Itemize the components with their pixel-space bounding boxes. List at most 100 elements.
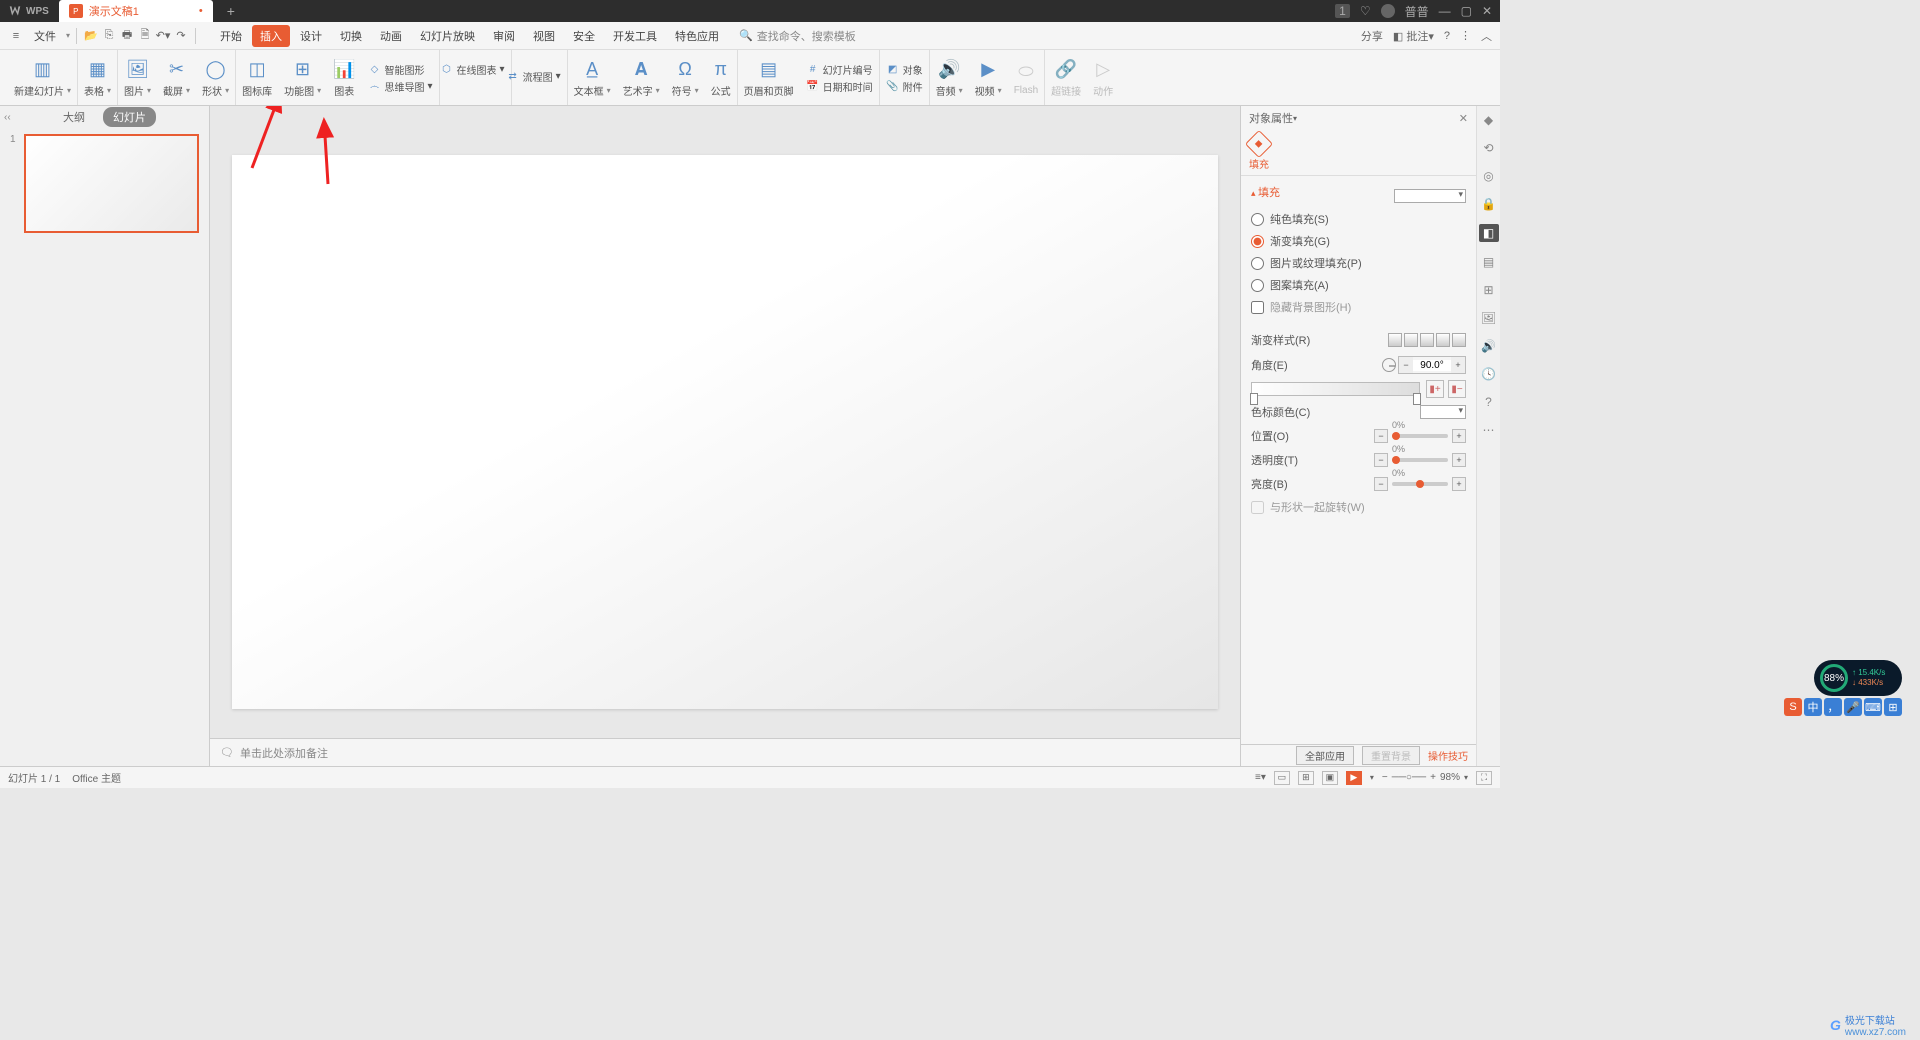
share-button[interactable]: 分享 [1361,28,1383,44]
textbox-button[interactable]: A̲文本框 [568,50,617,105]
open-icon[interactable]: 📂 [83,28,99,44]
sorter-view-button[interactable]: ⊞ [1298,771,1314,785]
ime-settings-icon[interactable]: ⊞ [1884,698,1902,716]
file-menu[interactable]: 文件 [26,25,64,47]
slides-tab[interactable]: 幻灯片 [103,107,156,127]
tab-view[interactable]: 视图 [525,25,563,47]
fill-preset-dropdown[interactable] [1394,189,1466,203]
tab-security[interactable]: 安全 [565,25,603,47]
notes-pane[interactable]: 🗨 单击此处添加备注 [210,738,1240,766]
animation-icon[interactable]: ◎ [1481,168,1497,184]
tips-link[interactable]: 操作技巧 [1428,748,1468,763]
opacity-slider[interactable]: − 0% + [1374,453,1466,467]
minimize-button[interactable]: — [1439,4,1451,18]
func-chart-button[interactable]: ⊞功能图 [278,50,327,105]
mindmap-button[interactable]: ෴思维导图 ▾ [368,79,433,94]
tab-special[interactable]: 特色应用 [667,25,727,47]
help-icon[interactable]: ? [1481,394,1497,410]
system-monitor-widget[interactable]: 88% ↑ 15.4K/s ↓ 433K/s [1814,660,1902,696]
tab-animation[interactable]: 动画 [372,25,410,47]
add-stop-button[interactable]: ▮+ [1426,380,1444,398]
sogou-icon[interactable]: S [1784,698,1802,716]
tab-devtools[interactable]: 开发工具 [605,25,665,47]
help-icon[interactable]: ? [1444,30,1450,42]
slideshow-button[interactable]: ▶ [1346,771,1362,785]
position-slider[interactable]: − 0% + [1374,429,1466,443]
flowchart-button[interactable]: ⇄流程图 ▾ [506,69,561,84]
annotate-button[interactable]: ◧ 批注▾ [1393,28,1434,44]
tab-design[interactable]: 设计 [292,25,330,47]
tab-insert[interactable]: 插入 [252,25,290,47]
command-search[interactable]: 🔍 查找命令、搜索模板 [739,28,856,44]
ime-bar[interactable]: S 中 ， 🎤 ⌨ ⊞ [1784,698,1902,716]
print-preview-icon[interactable]: 🗎 [137,28,153,44]
templates-icon[interactable]: ◆ [1481,112,1497,128]
header-footer-button[interactable]: ▤页眉和页脚 [738,50,800,105]
table-button[interactable]: ▦表格 [78,50,118,105]
brightness-slider[interactable]: − 0% + [1374,477,1466,491]
more-icon[interactable]: ⋮ [1460,29,1471,42]
fill-section-header[interactable]: 填充 [1251,184,1280,200]
gradient-presets[interactable] [1388,333,1466,347]
more-icon[interactable]: ⋯ [1481,422,1497,438]
skin-icon[interactable]: ♡ [1360,4,1371,18]
stop-color-picker[interactable] [1420,405,1466,419]
zoom-control[interactable]: −──○──+ 98% ▾ [1382,772,1468,783]
screenshot-button[interactable]: ✂截屏 [157,50,196,105]
pattern-fill-radio[interactable]: 图案填充(A) [1251,274,1466,296]
tab-slideshow[interactable]: 幻灯片放映 [412,25,483,47]
tab-review[interactable]: 审阅 [485,25,523,47]
hide-bg-checkbox[interactable]: 隐藏背景图形(H) [1251,296,1466,318]
wordart-button[interactable]: 𝐀艺术字 [617,50,666,105]
notes-toggle[interactable]: ≡▾ [1255,772,1266,783]
angle-dial[interactable] [1382,358,1396,372]
ime-lang[interactable]: 中 [1804,698,1822,716]
props-icon[interactable]: ◧ [1479,224,1499,242]
new-slide-button[interactable]: ▥新建幻灯片 [8,50,78,105]
remove-stop-button[interactable]: ▮− [1448,380,1466,398]
fill-tab[interactable]: ◆ 填充 [1249,134,1269,171]
close-button[interactable]: ✕ [1482,4,1492,18]
hamburger-icon[interactable]: ≡ [8,28,24,44]
slide-canvas[interactable] [232,155,1218,709]
normal-view-button[interactable]: ▭ [1274,771,1290,785]
tab-start[interactable]: 开始 [212,25,250,47]
user-name[interactable]: 普普 [1405,3,1429,20]
online-chart-button[interactable]: ⬡在线图表 ▾ [440,62,505,77]
gradient-fill-radio[interactable]: 渐变填充(G) [1251,230,1466,252]
fit-window-button[interactable]: ⛶ [1476,771,1492,785]
style-icon[interactable]: ⟲ [1481,140,1497,156]
save-icon[interactable]: ⎘ [101,28,117,44]
tab-transition[interactable]: 切换 [332,25,370,47]
shapes-button[interactable]: ◯形状 [196,50,236,105]
angle-spinner[interactable]: −+ [1398,356,1466,374]
maximize-button[interactable]: ▢ [1461,4,1472,18]
collapse-panel-icon[interactable]: ‹‹ [4,112,11,123]
history-icon[interactable]: 🕓 [1481,366,1497,382]
reading-view-button[interactable]: ▣ [1322,771,1338,785]
print-icon[interactable]: 🖶 [119,28,135,44]
ime-mic-icon[interactable]: 🎤 [1844,698,1862,716]
layers-icon[interactable]: ▤ [1481,254,1497,270]
collapse-ribbon-icon[interactable]: ︿ [1481,28,1492,44]
document-tab[interactable]: P 演示文稿1 • [59,0,213,22]
slide-number-button[interactable]: #幻灯片编号 [806,62,873,77]
smart-art-button[interactable]: ◇智能图形 [368,62,433,77]
speaker-icon[interactable]: 🔊 [1481,338,1497,354]
icon-lib-button[interactable]: ◫图标库 [236,50,278,105]
security-icon[interactable]: 🔒 [1481,196,1497,212]
gallery-icon[interactable]: 🖼 [1481,310,1497,326]
apply-all-button[interactable]: 全部应用 [1296,746,1354,765]
picture-fill-radio[interactable]: 图片或纹理填充(P) [1251,252,1466,274]
slide-thumbnail[interactable]: 1 [10,134,199,233]
picture-button[interactable]: 🖼图片 [118,50,157,105]
close-props-icon[interactable]: ✕ [1459,112,1468,125]
new-tab-button[interactable]: + [227,3,235,19]
video-button[interactable]: ▶视频 [969,50,1008,105]
datetime-button[interactable]: 📅日期和时间 [806,79,873,94]
ime-punct[interactable]: ， [1824,698,1842,716]
resources-icon[interactable]: ⊞ [1481,282,1497,298]
user-avatar[interactable] [1381,4,1395,18]
undo-icon[interactable]: ↶▾ [155,28,171,44]
gradient-bar[interactable] [1251,382,1420,396]
